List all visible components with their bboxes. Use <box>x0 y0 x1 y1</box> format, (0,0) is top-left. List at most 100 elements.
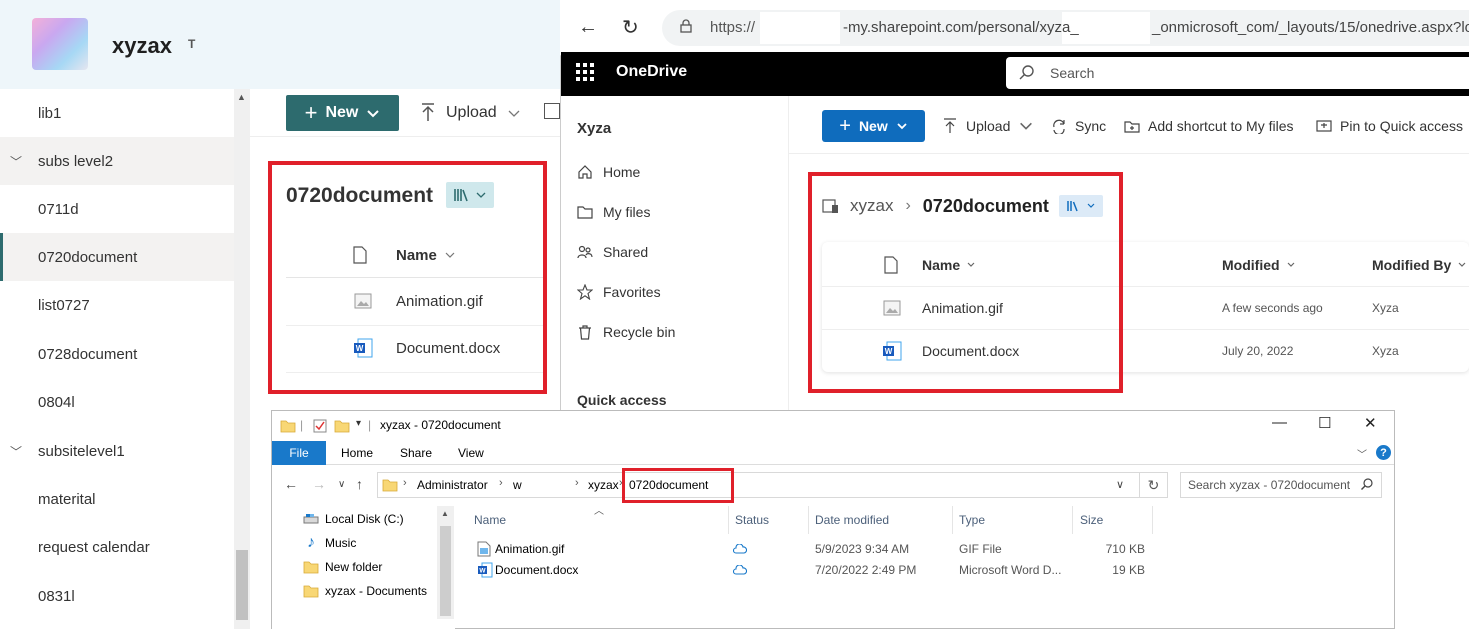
nav-item-subsitelevel1[interactable]: ﹀ subsitelevel1 <box>0 427 234 475</box>
back-arrow-icon[interactable]: ← <box>284 476 298 492</box>
nav-item-label: list0727 <box>38 296 90 314</box>
tab-view[interactable]: View <box>458 446 484 460</box>
scroll-up-arrow-icon[interactable]: ▲ <box>237 92 246 102</box>
breadcrumb-administrator[interactable]: Administrator <box>417 478 488 492</box>
nav-item-0720document[interactable]: 0720document <box>0 233 234 281</box>
column-modified-by-header[interactable]: Modified By <box>1372 257 1467 273</box>
chevron-down-icon[interactable]: ﹀ <box>10 153 22 170</box>
tree-item-music[interactable]: ♪ Music <box>303 533 356 553</box>
nav-item-0831l[interactable]: 0831l <box>0 572 234 620</box>
file-name[interactable]: Document.docx <box>495 563 578 577</box>
column-date-header[interactable]: Date modified <box>815 513 889 527</box>
tree-scrollbar-thumb[interactable] <box>440 526 451 616</box>
up-arrow-icon[interactable]: ↑ <box>356 476 363 492</box>
column-size-header[interactable]: Size <box>1080 513 1103 527</box>
file-modified-by[interactable]: Xyza <box>1372 344 1399 358</box>
help-icon[interactable]: ? <box>1376 445 1391 460</box>
nav-my-files[interactable]: My files <box>577 200 650 224</box>
nav-item-materital[interactable]: materital <box>0 475 234 523</box>
separator-icon: | <box>300 418 304 432</box>
folder-icon <box>382 479 398 492</box>
properties-icon[interactable] <box>312 418 328 434</box>
nav-item-0711d[interactable]: 0711d <box>0 185 234 233</box>
app-name[interactable]: OneDrive <box>616 63 687 81</box>
nav-scrollbar-thumb[interactable] <box>236 550 248 620</box>
site-title[interactable]: xyzax <box>112 33 172 59</box>
back-arrow-icon[interactable]: ← <box>578 16 598 39</box>
search-icon <box>1019 65 1034 80</box>
address-dropdown-icon[interactable]: ∨ <box>1116 478 1124 491</box>
gif-file-icon <box>477 541 491 557</box>
site-logo[interactable] <box>32 18 88 70</box>
app-launcher-icon[interactable] <box>576 63 594 81</box>
column-name-header[interactable]: Name <box>474 513 506 527</box>
expand-ribbon-icon[interactable]: ﹀ <box>1357 446 1367 461</box>
tree-item-xyzax-documents[interactable]: xyzax - Documents <box>303 581 427 601</box>
lock-icon[interactable] <box>680 19 692 33</box>
close-icon[interactable]: ✕ <box>1364 414 1377 432</box>
highlight-box <box>268 161 547 394</box>
nav-favorites[interactable]: Favorites <box>577 280 661 304</box>
nav-item-0728document[interactable]: 0728document <box>0 330 234 378</box>
column-divider[interactable] <box>1152 506 1153 534</box>
add-shortcut-button[interactable]: Add shortcut to My files <box>1124 116 1294 136</box>
nav-home[interactable]: Home <box>577 160 640 184</box>
breadcrumb-chevron-icon[interactable]: › <box>499 477 503 489</box>
tree-item-local-disk[interactable]: Local Disk (C:) <box>303 509 404 529</box>
nav-item-request-calendar[interactable]: request calendar <box>0 523 234 571</box>
recent-locations-icon[interactable]: ∨ <box>338 479 345 490</box>
sync-button[interactable]: Sync <box>1051 116 1106 136</box>
pin-icon <box>1316 120 1332 132</box>
nav-recycle-bin[interactable]: Recycle bin <box>577 320 675 344</box>
tab-file[interactable]: File <box>272 441 326 465</box>
breadcrumb-xyzax[interactable]: xyzax <box>588 478 619 492</box>
breadcrumb-chevron-icon[interactable]: › <box>403 477 407 489</box>
column-divider[interactable] <box>808 506 809 534</box>
new-folder-icon[interactable] <box>334 418 350 434</box>
new-button[interactable]: + New <box>286 95 399 131</box>
file-name[interactable]: Animation.gif <box>495 542 564 556</box>
refresh-icon[interactable]: ↻ <box>1140 472 1168 498</box>
upload-button[interactable]: Upload <box>942 116 1034 136</box>
breadcrumb-w[interactable]: w <box>513 478 522 492</box>
address-bar[interactable] <box>377 472 1140 498</box>
maximize-icon[interactable]: ☐ <box>1318 414 1331 432</box>
column-status-header[interactable]: Status <box>735 513 769 527</box>
tab-share[interactable]: Share <box>400 446 432 460</box>
pin-quick-access-button[interactable]: Pin to Quick access <box>1316 116 1463 136</box>
nav-shared[interactable]: Shared <box>577 240 648 264</box>
refresh-icon[interactable]: ↻ <box>622 15 639 40</box>
column-divider[interactable] <box>1072 506 1073 534</box>
nav-item-0804l[interactable]: 0804l <box>0 378 234 426</box>
column-divider[interactable] <box>952 506 953 534</box>
add-shortcut-label: Add shortcut to My files <box>1148 118 1294 134</box>
nav-item-subs-level2[interactable]: ﹀ subs level2 <box>0 137 234 185</box>
minimize-icon[interactable]: — <box>1272 414 1287 431</box>
chevron-down-icon[interactable]: ﹀ <box>10 443 22 460</box>
music-icon: ♪ <box>307 534 315 551</box>
nav-item-list0727[interactable]: list0727 <box>0 281 234 329</box>
column-divider[interactable] <box>728 506 729 534</box>
home-icon <box>578 165 592 179</box>
breadcrumb-chevron-icon[interactable]: › <box>575 477 579 489</box>
search-icon[interactable] <box>1360 477 1374 491</box>
file-size: 710 KB <box>1105 542 1145 556</box>
upload-button[interactable]: Upload <box>420 99 521 127</box>
new-button[interactable]: + New <box>822 110 925 142</box>
highlight-box <box>808 172 1123 393</box>
highlight-box <box>622 468 734 503</box>
tab-home[interactable]: Home <box>341 446 373 460</box>
nav-item-label: 0804l <box>38 393 75 411</box>
nav-scrollbar[interactable] <box>234 89 250 629</box>
nav-item-lib1[interactable]: lib1 <box>0 89 234 137</box>
scroll-up-arrow-icon[interactable]: ▲ <box>441 509 449 518</box>
forward-arrow-icon[interactable]: → <box>312 476 326 492</box>
teams-icon[interactable]: T <box>188 37 204 53</box>
tree-item-new-folder[interactable]: New folder <box>303 557 382 577</box>
ribbon-tabs <box>272 441 1394 465</box>
grid-view-icon[interactable] <box>544 103 560 119</box>
column-modified-header[interactable]: Modified <box>1222 257 1296 273</box>
file-modified-by[interactable]: Xyza <box>1372 301 1399 315</box>
qat-dropdown-icon[interactable]: ▾ <box>356 418 361 434</box>
column-type-header[interactable]: Type <box>959 513 985 527</box>
